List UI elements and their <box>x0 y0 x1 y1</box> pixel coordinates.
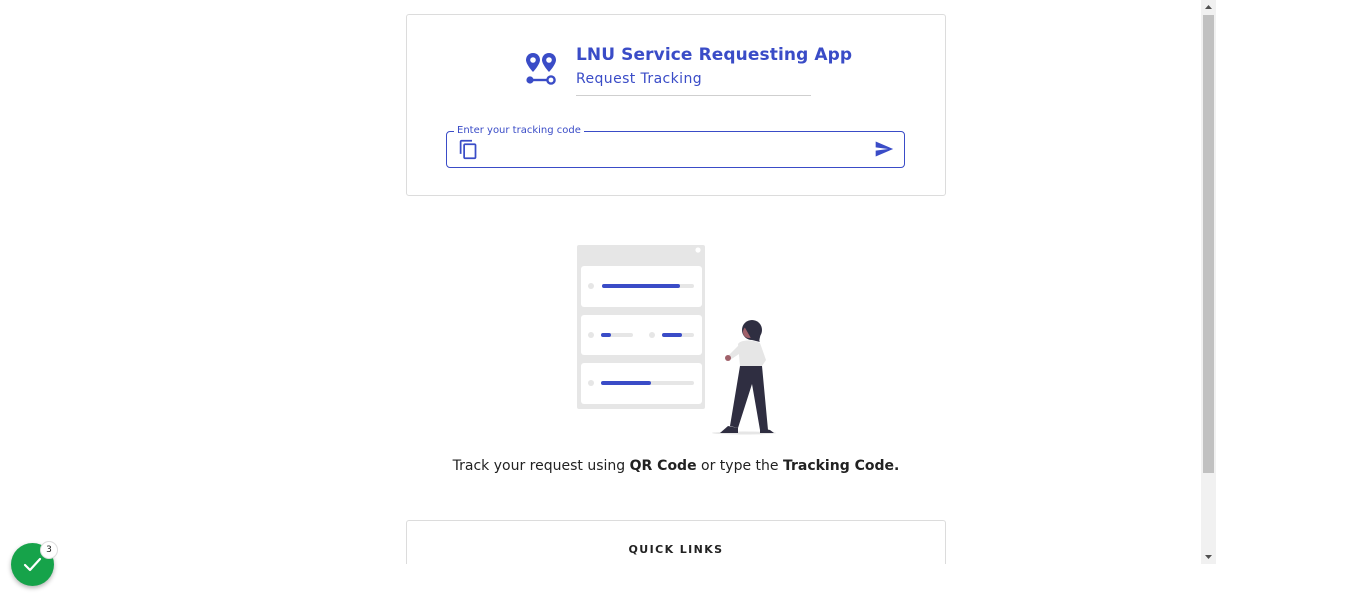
tracking-card: LNU Service Requesting App Request Track… <box>406 14 946 196</box>
tracking-code-input[interactable] <box>487 138 861 162</box>
tracking-code-field: Enter your tracking code <box>446 125 905 168</box>
app-brand: LNU Service Requesting App Request Track… <box>525 45 852 103</box>
send-icon[interactable] <box>873 139 895 159</box>
hint-tracking-code: Tracking Code. <box>782 458 900 474</box>
tracking-illustration <box>577 245 776 435</box>
hint-qr-code: QR Code <box>629 458 697 474</box>
app-subtitle: Request Tracking <box>576 71 703 87</box>
title-divider <box>576 95 811 96</box>
scrollbar-thumb[interactable] <box>1203 15 1214 473</box>
app-title: LNU Service Requesting App <box>576 45 853 65</box>
tracking-hint: Track your request using QR Code or type… <box>406 458 946 474</box>
status-badge: 3 <box>40 541 58 559</box>
scroll-down-arrow-icon[interactable] <box>1201 549 1216 564</box>
viewport-bottom <box>0 564 1366 595</box>
content-copy-icon[interactable] <box>458 139 479 160</box>
hint-prefix: Track your request using <box>452 458 630 474</box>
hint-middle: or type the <box>696 458 783 474</box>
tracking-code-label: Enter your tracking code <box>454 125 584 137</box>
scroll-up-arrow-icon[interactable] <box>1201 0 1216 15</box>
route-icon <box>526 53 556 85</box>
check-icon <box>23 557 42 572</box>
vertical-scrollbar[interactable] <box>1201 0 1216 564</box>
quick-links-title: QUICK LINKS <box>628 543 724 556</box>
